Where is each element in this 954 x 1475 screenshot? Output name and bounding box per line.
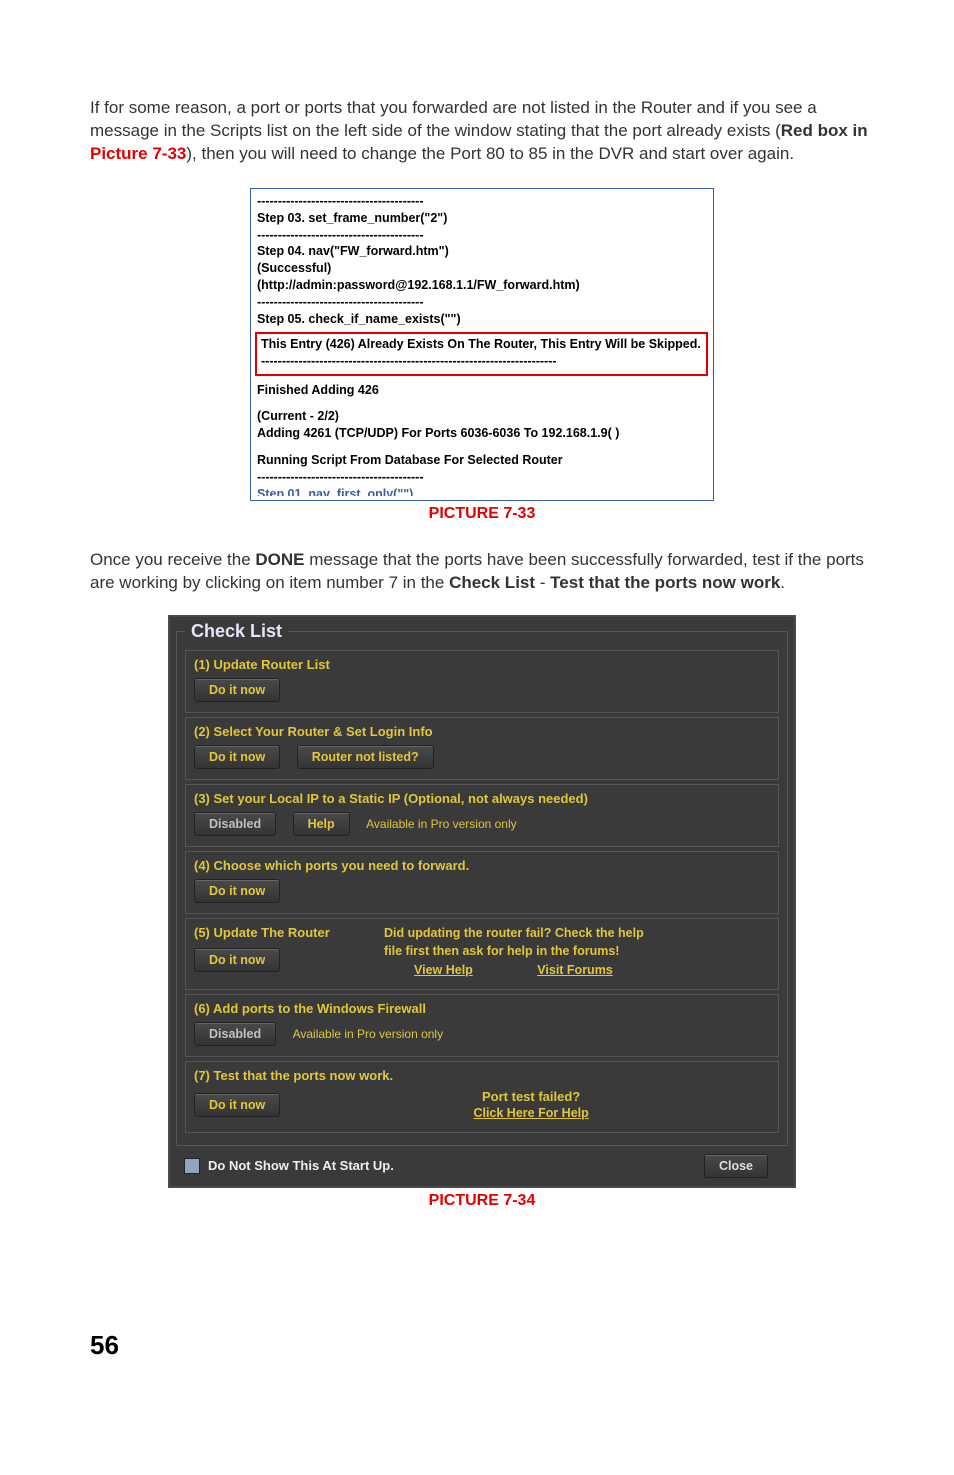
step-7-group: (7) Test that the ports now work. Do it … [185, 1061, 779, 1133]
step-3-group: (3) Set your Local IP to a Static IP (Op… [185, 784, 779, 847]
p1-b-red: Picture 7-33 [90, 144, 186, 163]
step-3-help-button[interactable]: Help [293, 812, 350, 836]
dialog-bottom-bar: Do Not Show This At Start Up. Close [172, 1148, 792, 1180]
step-3-title: (3) Set your Local IP to a Static IP (Op… [194, 791, 770, 806]
click-here-for-help-link[interactable]: Click Here For Help [473, 1106, 588, 1120]
step-2-title: (2) Select Your Router & Set Login Info [194, 724, 770, 739]
log-dashes: ---------------------------------------- [257, 469, 707, 486]
step-3-disabled-button[interactable]: Disabled [194, 812, 276, 836]
page-number: 56 [90, 1330, 874, 1361]
step-6-group: (6) Add ports to the Windows Firewall Di… [185, 994, 779, 1057]
p2-done: DONE [255, 550, 304, 569]
do-not-show-label: Do Not Show This At Start Up. [208, 1158, 704, 1173]
step-6-title: (6) Add ports to the Windows Firewall [194, 1001, 770, 1016]
log-dashes: ---------------------------------------- [257, 294, 707, 311]
check-list-legend: Check List [185, 621, 288, 642]
step-3-pro-only-label: Available in Pro version only [366, 817, 517, 831]
step-7-title: (7) Test that the ports now work. [194, 1068, 770, 1083]
intro-paragraph-2: Once you receive the DONE message that t… [90, 549, 874, 595]
figure-caption-7-33: PICTURE 7-33 [90, 505, 874, 523]
p2-period: . [780, 573, 785, 592]
step-7-doitnow-button[interactable]: Do it now [194, 1093, 280, 1117]
step-6-pro-only-label: Available in Pro version only [293, 1027, 444, 1041]
log-dashes: ---------------------------------------- [257, 193, 707, 210]
step-2-doitnow-button[interactable]: Do it now [194, 745, 280, 769]
log-step05: Step 05. check_if_name_exists("") [257, 311, 707, 328]
step-4-group: (4) Choose which ports you need to forwa… [185, 851, 779, 914]
log-error-dash: ----------------------------------------… [261, 353, 702, 370]
log-adding: Adding 4261 (TCP/UDP) For Ports 6036-603… [257, 425, 707, 442]
step-1-doitnow-button[interactable]: Do it now [194, 678, 280, 702]
router-not-listed-button[interactable]: Router not listed? [297, 745, 434, 769]
step-2-group: (2) Select Your Router & Set Login Info … [185, 717, 779, 780]
log-step04b: (Successful) [257, 260, 707, 277]
step-4-title: (4) Choose which ports you need to forwa… [194, 858, 770, 873]
p2-test: Test that the ports now work [550, 573, 780, 592]
port-test-failed-label: Port test failed? [292, 1089, 770, 1104]
log-step04c: (http://admin:password@192.168.1.1/FW_fo… [257, 277, 707, 294]
log-running: Running Script From Database For Selecte… [257, 452, 707, 469]
step-1-group: (1) Update Router List Do it now [185, 650, 779, 713]
check-list-dialog: Check List (1) Update Router List Do it … [168, 615, 796, 1188]
intro-paragraph-1: If for some reason, a port or ports that… [90, 97, 874, 166]
p2-dash: - [535, 573, 550, 592]
do-not-show-checkbox[interactable] [184, 1158, 200, 1174]
close-button[interactable]: Close [704, 1154, 768, 1178]
figure-caption-7-34: PICTURE 7-34 [90, 1192, 874, 1210]
log-step03: Step 03. set_frame_number("2") [257, 210, 707, 227]
log-step04a: Step 04. nav("FW_forward.htm") [257, 243, 707, 260]
p2-a: Once you receive the [90, 550, 255, 569]
log-dashes: ---------------------------------------- [257, 227, 707, 244]
log-current: (Current - 2/2) [257, 408, 707, 425]
scripts-log-box: ----------------------------------------… [250, 188, 714, 501]
step-5-help-line2: file first then ask for help in the foru… [384, 943, 619, 959]
step-5-doitnow-button[interactable]: Do it now [194, 948, 280, 972]
log-cutoff: Step 01. nav_first_only("") [257, 486, 707, 496]
step-6-disabled-button[interactable]: Disabled [194, 1022, 276, 1046]
step-5-group: (5) Update The Router Do it now Did upda… [185, 918, 779, 990]
log-finished: Finished Adding 426 [257, 382, 707, 399]
p2-check: Check List [449, 573, 535, 592]
p1-c: ), then you will need to change the Port… [186, 144, 794, 163]
step-5-title: (5) Update The Router [194, 925, 384, 940]
log-error-msg: This Entry (426) Already Exists On The R… [261, 336, 702, 353]
visit-forums-link[interactable]: Visit Forums [537, 963, 612, 977]
step-4-doitnow-button[interactable]: Do it now [194, 879, 280, 903]
step-1-title: (1) Update Router List [194, 657, 770, 672]
log-error-highlight: This Entry (426) Already Exists On The R… [255, 332, 708, 376]
step-5-help-line1: Did updating the router fail? Check the … [384, 925, 644, 941]
p1-b-prefix: Red box in [781, 121, 868, 140]
view-help-link[interactable]: View Help [414, 963, 473, 977]
p1-a: If for some reason, a port or ports that… [90, 98, 817, 140]
